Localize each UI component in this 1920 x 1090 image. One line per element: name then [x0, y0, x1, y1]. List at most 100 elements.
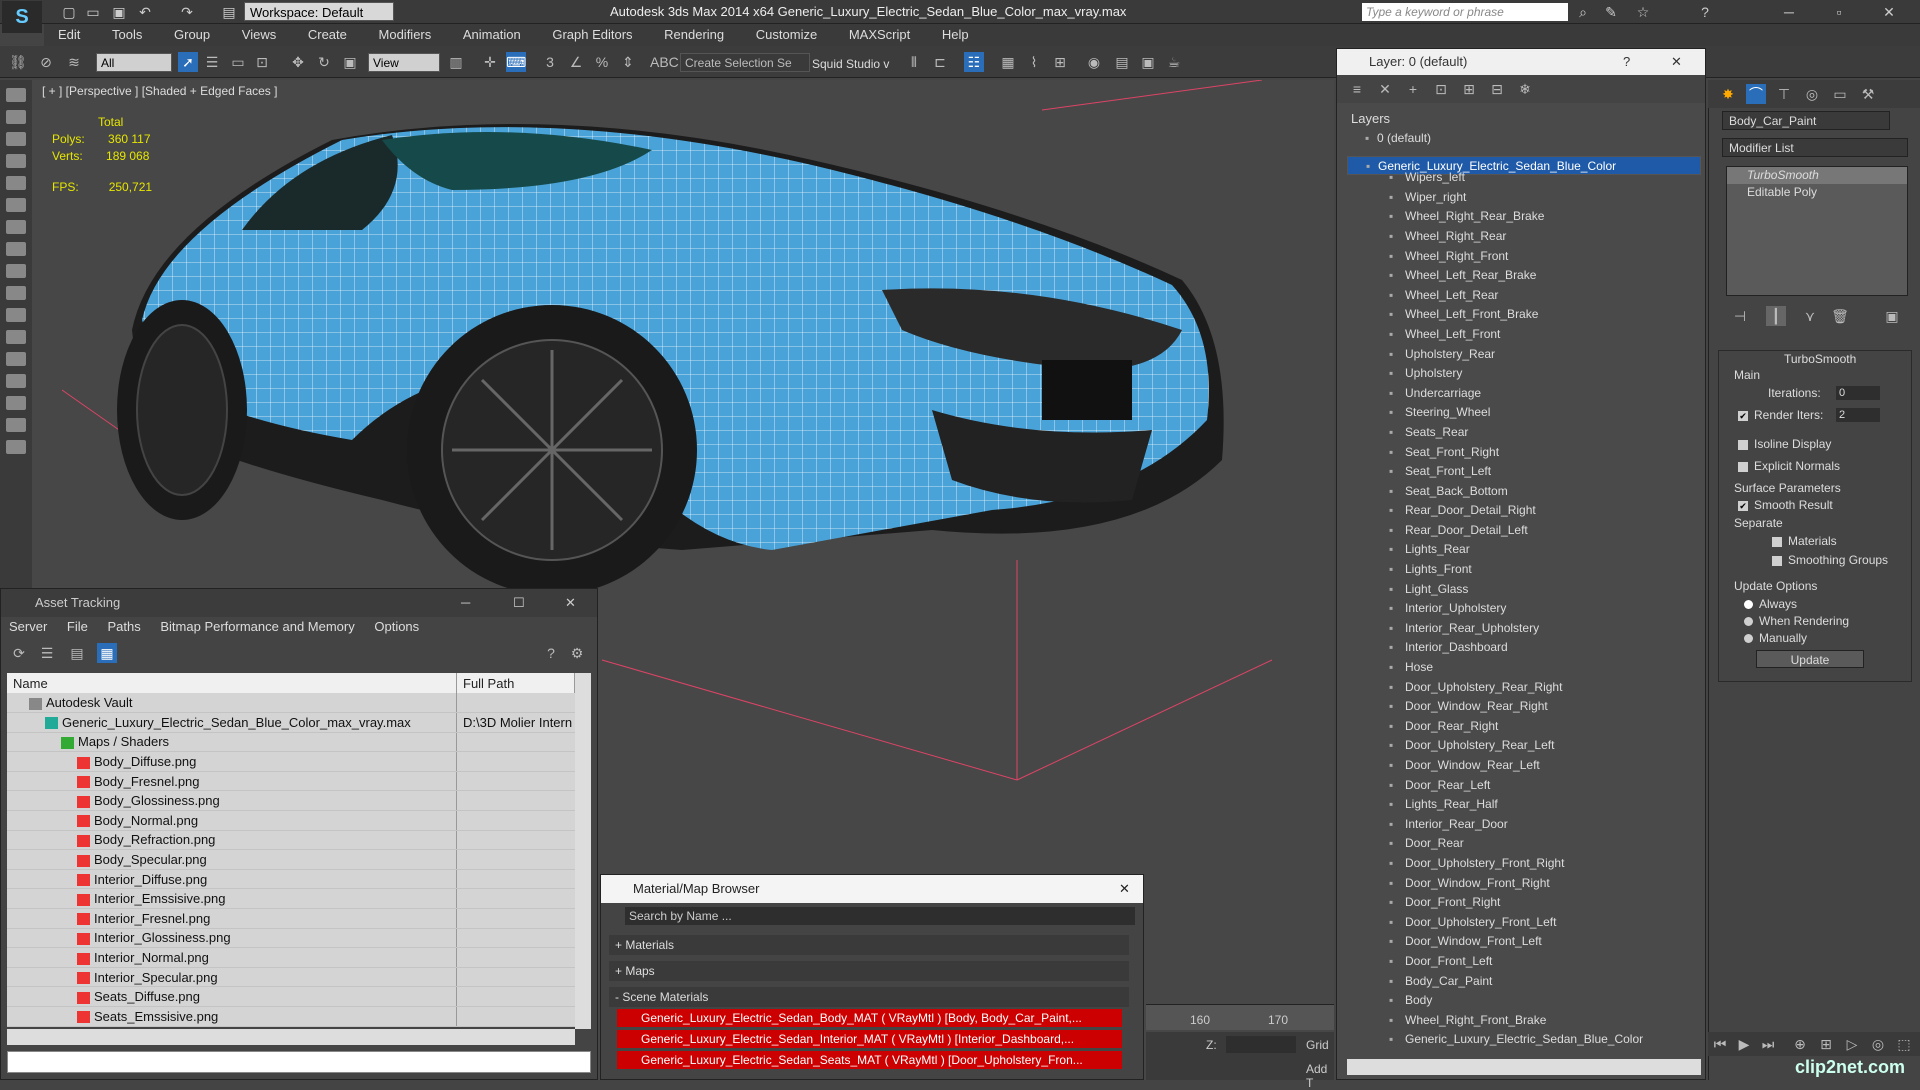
- scene-material-item[interactable]: Generic_Luxury_Electric_Sedan_Interior_M…: [617, 1030, 1122, 1048]
- undo-icon[interactable]: ↶: [136, 3, 154, 21]
- smooth-result-checkbox[interactable]: ✔: [1738, 500, 1748, 511]
- update-rendering-row[interactable]: When Rendering: [1744, 614, 1849, 628]
- layer-object-item[interactable]: Door_Window_Front_Right: [1347, 874, 1701, 894]
- layer-object-item[interactable]: Steering_Wheel: [1347, 403, 1701, 423]
- pivot-icon[interactable]: ▥: [446, 52, 466, 72]
- go-to-start-icon[interactable]: ⏮: [1710, 1034, 1730, 1054]
- isoline-checkbox[interactable]: [1738, 439, 1748, 450]
- close-icon[interactable]: ✕: [1671, 49, 1682, 75]
- delete-icon[interactable]: ✕: [1375, 79, 1395, 99]
- layer-object-item[interactable]: Lights_Front: [1347, 560, 1701, 580]
- rendered-frame-icon[interactable]: ▣: [1138, 52, 1158, 72]
- select-layer-icon[interactable]: ⊡: [1431, 79, 1451, 99]
- layer-object-item[interactable]: Upholstery_Rear: [1347, 345, 1701, 365]
- table-row[interactable]: Body_Diffuse.png: [7, 751, 575, 772]
- layer-object-item[interactable]: Rear_Door_Detail_Left: [1347, 521, 1701, 541]
- manually-radio[interactable]: [1744, 634, 1753, 644]
- workspace-dropdown[interactable]: Workspace: Default: [244, 2, 394, 21]
- graphite-icon[interactable]: ▦: [998, 52, 1018, 72]
- layer-object-item[interactable]: Wheel_Left_Rear_Brake: [1347, 266, 1701, 286]
- search-input[interactable]: Type a keyword or phrase: [1362, 3, 1568, 21]
- render-iters-row[interactable]: ✔ Render Iters:: [1738, 408, 1823, 422]
- smoothing-groups-checkbox[interactable]: [1772, 555, 1782, 566]
- tools-icon[interactable]: ✎: [1602, 3, 1620, 21]
- select-manipulate-icon[interactable]: ✛: [480, 52, 500, 72]
- next-frame-icon[interactable]: ⏭: [1758, 1034, 1778, 1054]
- snap-icon[interactable]: 3: [540, 52, 560, 72]
- menu-views[interactable]: Views: [228, 24, 290, 46]
- motion-tab-icon[interactable]: ◎: [1802, 84, 1822, 104]
- redo-icon[interactable]: ↷: [178, 3, 196, 21]
- modifier-list-dropdown[interactable]: Modifier List: [1722, 138, 1908, 157]
- layer-object-item[interactable]: Door_Rear_Left: [1347, 776, 1701, 796]
- table-row[interactable]: Interior_Glossiness.png: [7, 928, 575, 949]
- window-crossing-icon[interactable]: ⊡: [252, 52, 272, 72]
- maximize-icon[interactable]: ▫: [1830, 3, 1848, 21]
- material-editor-icon[interactable]: ◉: [1084, 52, 1104, 72]
- materials-checkbox[interactable]: [1772, 536, 1782, 547]
- layer-object-item[interactable]: Door_Upholstery_Rear_Left: [1347, 736, 1701, 756]
- always-radio[interactable]: [1744, 600, 1753, 610]
- layer-object-item[interactable]: Wheel_Left_Rear: [1347, 286, 1701, 306]
- tool-icon[interactable]: [6, 154, 26, 168]
- layer-object-item[interactable]: Seat_Front_Left: [1347, 462, 1701, 482]
- layer-object-item[interactable]: Wheel_Right_Front: [1347, 247, 1701, 267]
- scene-materials-group[interactable]: - Scene Materials: [609, 987, 1129, 1007]
- layer-object-item[interactable]: Undercarriage: [1347, 384, 1701, 404]
- rollout-title[interactable]: TurboSmooth: [1784, 352, 1856, 366]
- zoom-extents-icon[interactable]: ⊞: [1816, 1034, 1836, 1054]
- close-icon[interactable]: ✕: [1880, 3, 1898, 21]
- table-row[interactable]: Interior_Fresnel.png: [7, 908, 575, 929]
- table-row[interactable]: Body_Fresnel.png: [7, 771, 575, 792]
- asset-vertical-scrollbar[interactable]: [575, 673, 591, 1029]
- viewport-label[interactable]: [ + ] [Perspective ] [Shaded + Edged Fac…: [42, 84, 277, 98]
- table-row[interactable]: Interior_Diffuse.png: [7, 869, 575, 890]
- tool-icon[interactable]: [6, 374, 26, 388]
- when-rendering-radio[interactable]: [1744, 617, 1753, 627]
- align-icon[interactable]: ⊏: [930, 52, 950, 72]
- menu-maxscript[interactable]: MAXScript: [835, 24, 924, 46]
- display-tab-icon[interactable]: ▭: [1830, 84, 1850, 104]
- minimize-icon[interactable]: ─: [1780, 3, 1798, 21]
- layer-object-item[interactable]: Door_Upholstery_Front_Right: [1347, 854, 1701, 874]
- update-button[interactable]: Update: [1756, 650, 1864, 668]
- render-icon[interactable]: ☕: [1164, 52, 1184, 72]
- tool-icon[interactable]: [6, 242, 26, 256]
- layer-object-item[interactable]: Interior_Rear_Upholstery: [1347, 619, 1701, 639]
- save-icon[interactable]: ▣: [110, 3, 128, 21]
- asset-tracking-titlebar[interactable]: Asset Tracking ─ ☐ ✕: [1, 589, 597, 617]
- maps-group[interactable]: + Maps: [609, 961, 1129, 981]
- layer-explorer-titlebar[interactable]: Layer: 0 (default) ? ✕: [1337, 49, 1705, 75]
- table-row[interactable]: Interior_Specular.png: [7, 967, 575, 988]
- layer-object-item[interactable]: Door_Rear_Right: [1347, 717, 1701, 737]
- angle-snap-icon[interactable]: ∠: [566, 52, 586, 72]
- explicit-normals-checkbox[interactable]: [1738, 461, 1748, 472]
- layer-object-item[interactable]: Door_Front_Left: [1347, 952, 1701, 972]
- tool-icon[interactable]: [6, 198, 26, 212]
- explicit-normals-row[interactable]: Explicit Normals: [1738, 459, 1840, 473]
- project-icon[interactable]: ▤: [220, 3, 238, 21]
- layer-object-item[interactable]: Interior_Rear_Door: [1347, 815, 1701, 835]
- thumbnail-icon[interactable]: ▤: [67, 643, 87, 663]
- materials-group[interactable]: + Materials: [609, 935, 1129, 955]
- freeze-all-icon[interactable]: ❄: [1515, 79, 1535, 99]
- table-row[interactable]: Generic_Luxury_Electric_Sedan_Blue_Color…: [7, 712, 575, 733]
- select-by-name-icon[interactable]: ☰: [202, 52, 222, 72]
- table-row[interactable]: Seats_Diffuse.png: [7, 986, 575, 1007]
- menu-tools[interactable]: Tools: [98, 24, 156, 46]
- help-icon[interactable]: ?: [1696, 3, 1714, 21]
- table-view-icon[interactable]: ▦: [97, 643, 117, 663]
- layer-object-item[interactable]: Door_Window_Rear_Left: [1347, 756, 1701, 776]
- layer-object-item[interactable]: Door_Window_Front_Left: [1347, 932, 1701, 952]
- layer-object-item[interactable]: Lights_Rear: [1347, 540, 1701, 560]
- smooth-result-row[interactable]: ✔ Smooth Result: [1738, 498, 1833, 512]
- z-coordinate-field[interactable]: [1226, 1036, 1296, 1053]
- add-time-tag[interactable]: Add T: [1306, 1062, 1334, 1090]
- open-icon[interactable]: ▭: [84, 3, 102, 21]
- minimize-icon[interactable]: ─: [461, 589, 470, 617]
- column-name[interactable]: Name: [7, 673, 457, 693]
- layer-object-item[interactable]: Wheel_Right_Front_Brake: [1347, 1011, 1701, 1031]
- unlink-icon[interactable]: ⊘: [36, 52, 56, 72]
- menu-server[interactable]: Server: [1, 617, 55, 637]
- update-always-row[interactable]: Always: [1744, 597, 1797, 611]
